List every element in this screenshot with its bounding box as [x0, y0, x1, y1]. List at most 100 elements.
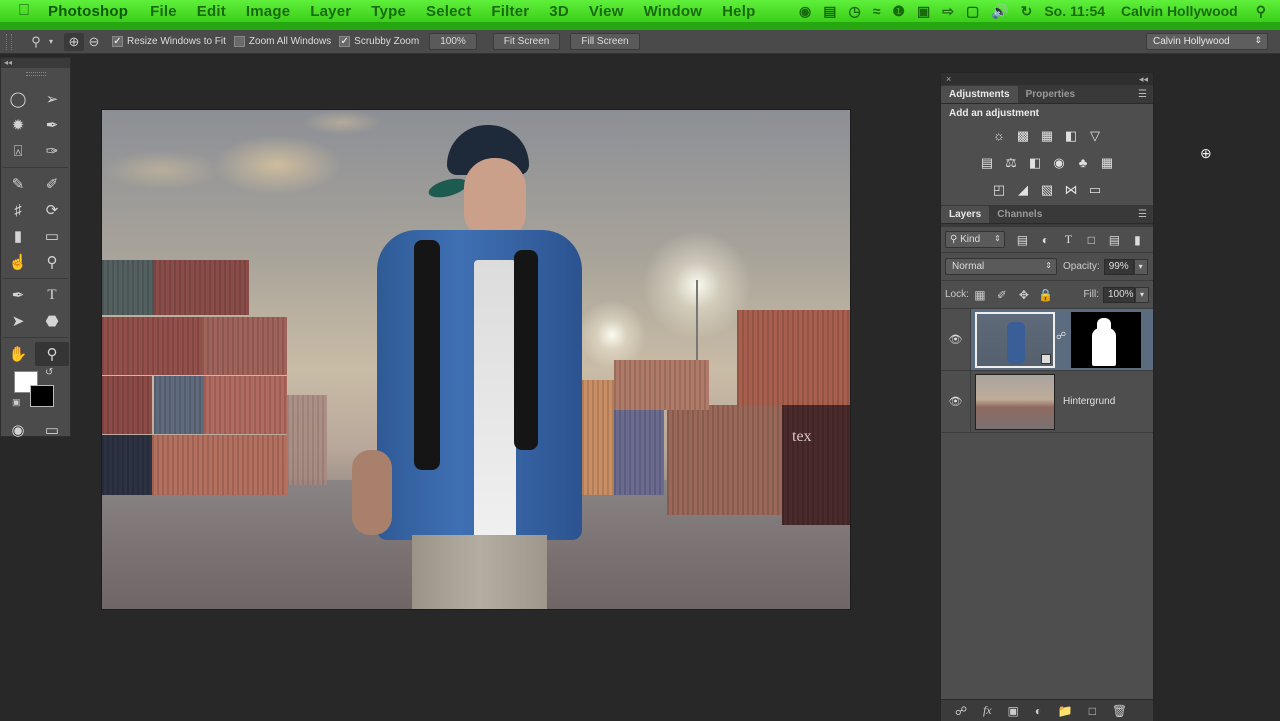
eyedropper-tool-icon[interactable]: ✑: [35, 139, 69, 163]
sync-icon[interactable]: ↻: [1021, 3, 1033, 20]
vibrance-icon[interactable]: ▽: [1083, 126, 1107, 146]
dodge-tool-icon[interactable]: ⚲: [35, 250, 69, 274]
invert-icon[interactable]: ◰: [987, 180, 1011, 200]
time-machine-icon[interactable]: ◷: [849, 3, 861, 20]
exposure-icon[interactable]: ◧: [1059, 126, 1083, 146]
tab-layers[interactable]: Layers: [941, 206, 990, 223]
lock-all-icon[interactable]: 🔒: [1035, 288, 1057, 302]
filter-kind-select[interactable]: ⚲ Kind ⇕: [945, 231, 1005, 248]
fill-input[interactable]: 100%: [1103, 286, 1135, 303]
layer-row-person[interactable]: 👁 ☍: [941, 309, 1153, 371]
link-layers-icon[interactable]: ☍: [955, 704, 967, 718]
selective-color-icon[interactable]: ⋈: [1059, 180, 1083, 200]
menu-window[interactable]: Window: [644, 3, 703, 20]
menu-select[interactable]: Select: [426, 3, 471, 20]
filter-pixel-icon[interactable]: ▤: [1011, 233, 1034, 247]
swap-colors-icon[interactable]: ↺: [45, 367, 53, 378]
menu-type[interactable]: Type: [371, 3, 406, 20]
messenger-icon[interactable]: ▤: [823, 3, 836, 20]
tab-adjustments[interactable]: Adjustments: [941, 86, 1018, 103]
zoom-tool-preset-icon[interactable]: ⚲: [26, 33, 46, 51]
close-panel-icon[interactable]: ×: [946, 73, 951, 85]
zoom-100-button[interactable]: 100%: [429, 33, 477, 50]
lock-image-icon[interactable]: ✐: [991, 288, 1013, 302]
smudge-tool-icon[interactable]: ☝: [1, 250, 35, 274]
document-canvas[interactable]: tex: [101, 109, 851, 610]
posterize-icon[interactable]: ◢: [1011, 180, 1035, 200]
gradient-tool-icon[interactable]: ▭: [35, 224, 69, 248]
preset-dropdown-icon[interactable]: ▾: [46, 33, 56, 51]
color-balance-icon[interactable]: ⚖: [999, 153, 1023, 173]
filter-shape-icon[interactable]: □: [1080, 233, 1103, 247]
screen-mode-icon[interactable]: ▭: [35, 418, 69, 442]
user-name[interactable]: Calvin Hollywood: [1121, 3, 1238, 19]
visibility-eye-icon[interactable]: 👁: [941, 371, 971, 432]
volume-icon[interactable]: 🔊: [991, 3, 1008, 20]
menu-filter[interactable]: Filter: [491, 3, 529, 20]
display-icon[interactable]: ▣: [917, 3, 930, 20]
menu-help[interactable]: Help: [722, 3, 755, 20]
filter-type-icon[interactable]: T: [1057, 232, 1080, 247]
opacity-dropdown[interactable]: ▾: [1133, 258, 1148, 275]
screen-share-icon[interactable]: ▢: [966, 3, 979, 20]
fill-screen-button[interactable]: Fill Screen: [570, 33, 640, 50]
layer-name[interactable]: Hintergrund: [1063, 396, 1115, 407]
eraser-tool-icon[interactable]: ▮: [1, 224, 35, 248]
history-brush-tool-icon[interactable]: ⟳: [35, 198, 69, 222]
black-white-icon[interactable]: ◧: [1023, 153, 1047, 173]
toolbox-grip[interactable]: [25, 72, 46, 76]
curves-icon[interactable]: ▦: [1035, 126, 1059, 146]
healing-brush-tool-icon[interactable]: ✎: [1, 172, 35, 196]
layer-row-background[interactable]: 👁 Hintergrund: [941, 371, 1153, 433]
marquee-tool-icon[interactable]: ◯: [1, 87, 35, 111]
mask-link-icon[interactable]: ☍: [1056, 331, 1066, 342]
backup-icon[interactable]: ❶: [892, 3, 905, 20]
background-color[interactable]: [30, 385, 54, 407]
blend-mode-select[interactable]: Normal ⇕: [945, 258, 1057, 275]
collapse-panels-icon[interactable]: ◂◂: [1139, 73, 1148, 85]
wifi-icon[interactable]: ≈: [873, 3, 881, 19]
new-adjustment-layer-icon[interactable]: ◐: [1035, 704, 1042, 718]
menu-edit[interactable]: Edit: [197, 3, 226, 20]
collapse-icon[interactable]: ◂◂: [1, 58, 70, 68]
lock-transparent-icon[interactable]: ▦: [969, 288, 991, 302]
brightness-contrast-icon[interactable]: ☼: [987, 126, 1011, 146]
delete-layer-icon[interactable]: 🗑: [1112, 704, 1127, 718]
filter-smart-object-icon[interactable]: ▤: [1103, 233, 1126, 247]
gradient-map-icon[interactable]: ▭: [1083, 180, 1107, 200]
add-mask-icon[interactable]: ▣: [1008, 704, 1019, 718]
crop-tool-icon[interactable]: ⍓: [1, 139, 35, 163]
spotlight-search-icon[interactable]: ⚲: [1256, 3, 1266, 20]
options-grip[interactable]: [6, 33, 12, 50]
clone-stamp-tool-icon[interactable]: ♯: [1, 198, 35, 222]
brush-tool-icon[interactable]: ✐: [35, 172, 69, 196]
menu-3d[interactable]: 3D: [549, 3, 569, 20]
lasso-tool-icon[interactable]: ✹: [1, 113, 35, 137]
opacity-input[interactable]: 99%: [1103, 258, 1134, 275]
default-colors-icon[interactable]: ▣: [12, 397, 21, 408]
app-menu[interactable]: Photoshop: [48, 3, 128, 20]
zoom-tool-icon[interactable]: ⚲: [35, 342, 69, 366]
resize-windows-checkbox[interactable]: ✓ Resize Windows to Fit: [112, 36, 226, 47]
panel-menu-icon[interactable]: ☰: [1138, 209, 1147, 220]
clock[interactable]: So. 11:54: [1044, 3, 1105, 19]
new-group-icon[interactable]: 📁: [1058, 704, 1073, 718]
move-tool-icon[interactable]: ➢: [35, 87, 69, 111]
visibility-eye-icon[interactable]: 👁: [941, 309, 971, 370]
fill-dropdown[interactable]: ▾: [1135, 286, 1149, 303]
tab-channels[interactable]: Channels: [989, 206, 1050, 223]
color-lookup-icon[interactable]: ▦: [1095, 153, 1119, 173]
fit-screen-button[interactable]: Fit Screen: [492, 33, 561, 50]
zoom-all-windows-checkbox[interactable]: Zoom All Windows: [233, 36, 331, 47]
pen-tool-icon[interactable]: ✒: [1, 283, 35, 307]
shape-tool-icon[interactable]: ⬣: [35, 309, 69, 333]
layer-mask-thumbnail[interactable]: [1071, 311, 1141, 368]
hand-tool-icon[interactable]: ✋: [1, 342, 35, 366]
scrubby-zoom-checkbox[interactable]: ✓ Scrubby Zoom: [339, 36, 419, 47]
photo-filter-icon[interactable]: ◉: [1047, 153, 1071, 173]
type-tool-icon[interactable]: T: [35, 283, 69, 307]
layer-style-fx-icon[interactable]: fx: [983, 703, 992, 718]
threshold-icon[interactable]: ▧: [1035, 180, 1059, 200]
menu-view[interactable]: View: [589, 3, 624, 20]
workspace-select[interactable]: Calvin Hollywood ⇕: [1146, 33, 1268, 50]
